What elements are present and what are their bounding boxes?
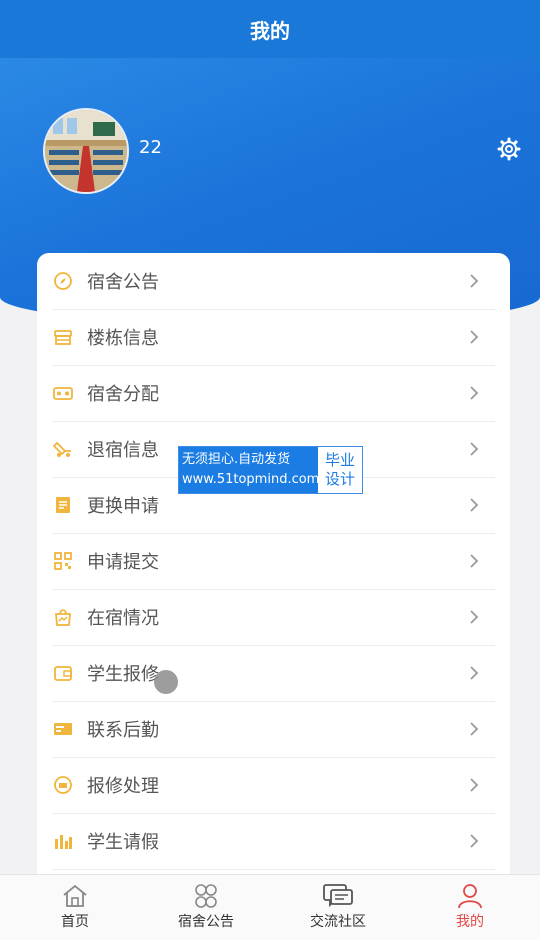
menu-item-dorm-notice[interactable]: 宿舍公告 — [52, 253, 495, 310]
chevron-right-icon — [470, 722, 479, 736]
bar-chart-icon — [52, 830, 74, 852]
home-icon — [63, 884, 87, 907]
tab-community[interactable]: 交流社区 — [293, 875, 383, 940]
tab-home[interactable]: 首页 — [30, 875, 120, 940]
chevron-right-icon — [470, 274, 479, 288]
menu-item-label: 更换申请 — [87, 496, 159, 517]
clover-icon — [195, 884, 217, 908]
menu-item-student-leave[interactable]: 学生请假 — [52, 813, 495, 870]
menu-item-submit-application[interactable]: 申请提交 — [52, 533, 495, 590]
menu-item-building-info[interactable]: 楼栋信息 — [52, 309, 495, 366]
tab-label: 宿舍公告 — [178, 914, 234, 930]
menu-item-label: 联系后勤 — [87, 720, 159, 741]
tab-mine[interactable]: 我的 — [425, 875, 515, 940]
qrcode-icon — [52, 550, 74, 572]
title-bar: 我的 — [0, 0, 540, 58]
gear-icon — [497, 137, 521, 161]
menu-item-label: 学生请假 — [87, 832, 159, 853]
chat-icon — [323, 884, 353, 908]
watermark-main: 无须担心.自动发货 www.51topmind.com — [179, 447, 320, 493]
avatar[interactable] — [43, 108, 129, 194]
menu-item-label: 学生报修 — [87, 664, 159, 685]
menu-item-label: 宿舍公告 — [87, 272, 159, 293]
menu-item-label: 报修处理 — [87, 776, 159, 797]
tab-dorm-notice[interactable]: 宿舍公告 — [161, 875, 251, 940]
chevron-right-icon — [470, 386, 479, 400]
page-title: 我的 — [250, 18, 290, 43]
chevron-right-icon — [470, 610, 479, 624]
touch-indicator — [154, 670, 178, 694]
chevron-right-icon — [470, 666, 479, 680]
wallet-icon — [52, 662, 74, 684]
menu-item-label: 宿舍分配 — [87, 384, 159, 405]
watermark-side-line1: 毕业 — [324, 451, 355, 469]
tab-label: 我的 — [456, 914, 484, 930]
username: 22 — [139, 137, 162, 158]
menu-card: 宿舍公告 楼栋信息 宿舍分配 退宿信息 更换申请 申请提交 在宿情况 学生报修 … — [37, 253, 510, 893]
chevron-right-icon — [470, 554, 479, 568]
chevron-right-icon — [470, 498, 479, 512]
menu-item-residence-status[interactable]: 在宿情况 — [52, 589, 495, 646]
settings-button[interactable] — [497, 137, 521, 161]
chevron-right-icon — [470, 330, 479, 344]
tab-label: 首页 — [61, 914, 89, 930]
vr-glasses-icon — [52, 382, 74, 404]
bag-icon — [52, 606, 74, 628]
face-icon — [52, 774, 74, 796]
tab-label: 交流社区 — [310, 914, 366, 930]
menu-item-label: 楼栋信息 — [87, 328, 159, 349]
watermark-slogan: 无须担心.自动发货 — [182, 452, 291, 467]
menu-item-student-repair[interactable]: 学生报修 — [52, 645, 495, 702]
menu-item-label: 申请提交 — [87, 552, 159, 573]
watermark-banner: 无须担心.自动发货 www.51topmind.com 毕业 设计 — [178, 446, 363, 494]
user-icon — [458, 884, 482, 909]
menu-item-label: 在宿情况 — [87, 608, 159, 629]
document-icon — [52, 494, 74, 516]
avatar-image — [45, 110, 127, 192]
card-icon — [52, 718, 74, 740]
menu-item-dorm-allocation[interactable]: 宿舍分配 — [52, 365, 495, 422]
compass-icon — [52, 270, 74, 292]
chevron-right-icon — [470, 834, 479, 848]
bottom-tab-bar: 首页 宿舍公告 交流社区 我的 — [0, 874, 540, 940]
chevron-right-icon — [470, 778, 479, 792]
menu-item-contact-logistics[interactable]: 联系后勤 — [52, 701, 495, 758]
store-icon — [52, 326, 74, 348]
watermark-side-line2: 设计 — [324, 470, 355, 488]
chevron-right-icon — [470, 442, 479, 456]
watermark-url: www.51topmind.com — [182, 472, 320, 487]
watermark-side: 毕业 设计 — [318, 447, 362, 493]
menu-item-repair-handling[interactable]: 报修处理 — [52, 757, 495, 814]
truck-icon — [52, 438, 74, 460]
